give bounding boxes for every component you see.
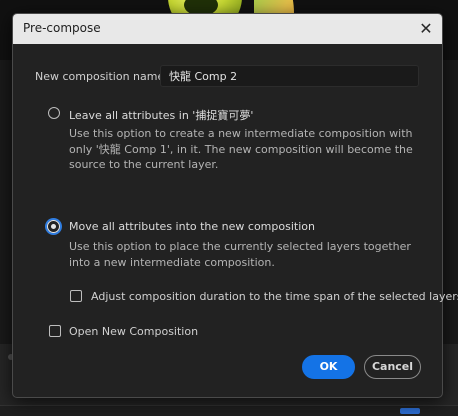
move-attributes-radio[interactable] bbox=[47, 220, 60, 233]
leave-attributes-label[interactable]: Leave all attributes in '捕捉寶可夢' bbox=[69, 107, 253, 123]
cancel-button[interactable]: Cancel bbox=[364, 355, 421, 379]
timeline-ruler bbox=[0, 405, 458, 416]
adjust-duration-label[interactable]: Adjust composition duration to the time … bbox=[91, 290, 458, 303]
move-attributes-label[interactable]: Move all attributes into the new composi… bbox=[69, 220, 315, 233]
ok-button[interactable]: OK bbox=[302, 355, 355, 379]
adjust-duration-checkbox[interactable] bbox=[70, 290, 82, 302]
leave-attributes-description: Use this option to create a new intermed… bbox=[69, 127, 413, 171]
composition-name-label: New composition name: bbox=[35, 70, 168, 83]
composition-name-input[interactable] bbox=[160, 65, 419, 87]
pre-compose-dialog: Pre-compose ✕ New composition name: Leav… bbox=[12, 13, 458, 398]
open-new-composition-checkbox[interactable] bbox=[49, 325, 61, 337]
close-icon[interactable]: ✕ bbox=[417, 20, 435, 38]
move-attributes-description: Use this option to place the currently s… bbox=[69, 240, 411, 269]
open-new-composition-label[interactable]: Open New Composition bbox=[69, 325, 198, 338]
dialog-title: Pre-compose bbox=[23, 21, 101, 35]
leave-attributes-radio[interactable] bbox=[48, 107, 60, 119]
dialog-titlebar: Pre-compose ✕ bbox=[13, 14, 442, 44]
work-area-indicator bbox=[400, 408, 420, 414]
